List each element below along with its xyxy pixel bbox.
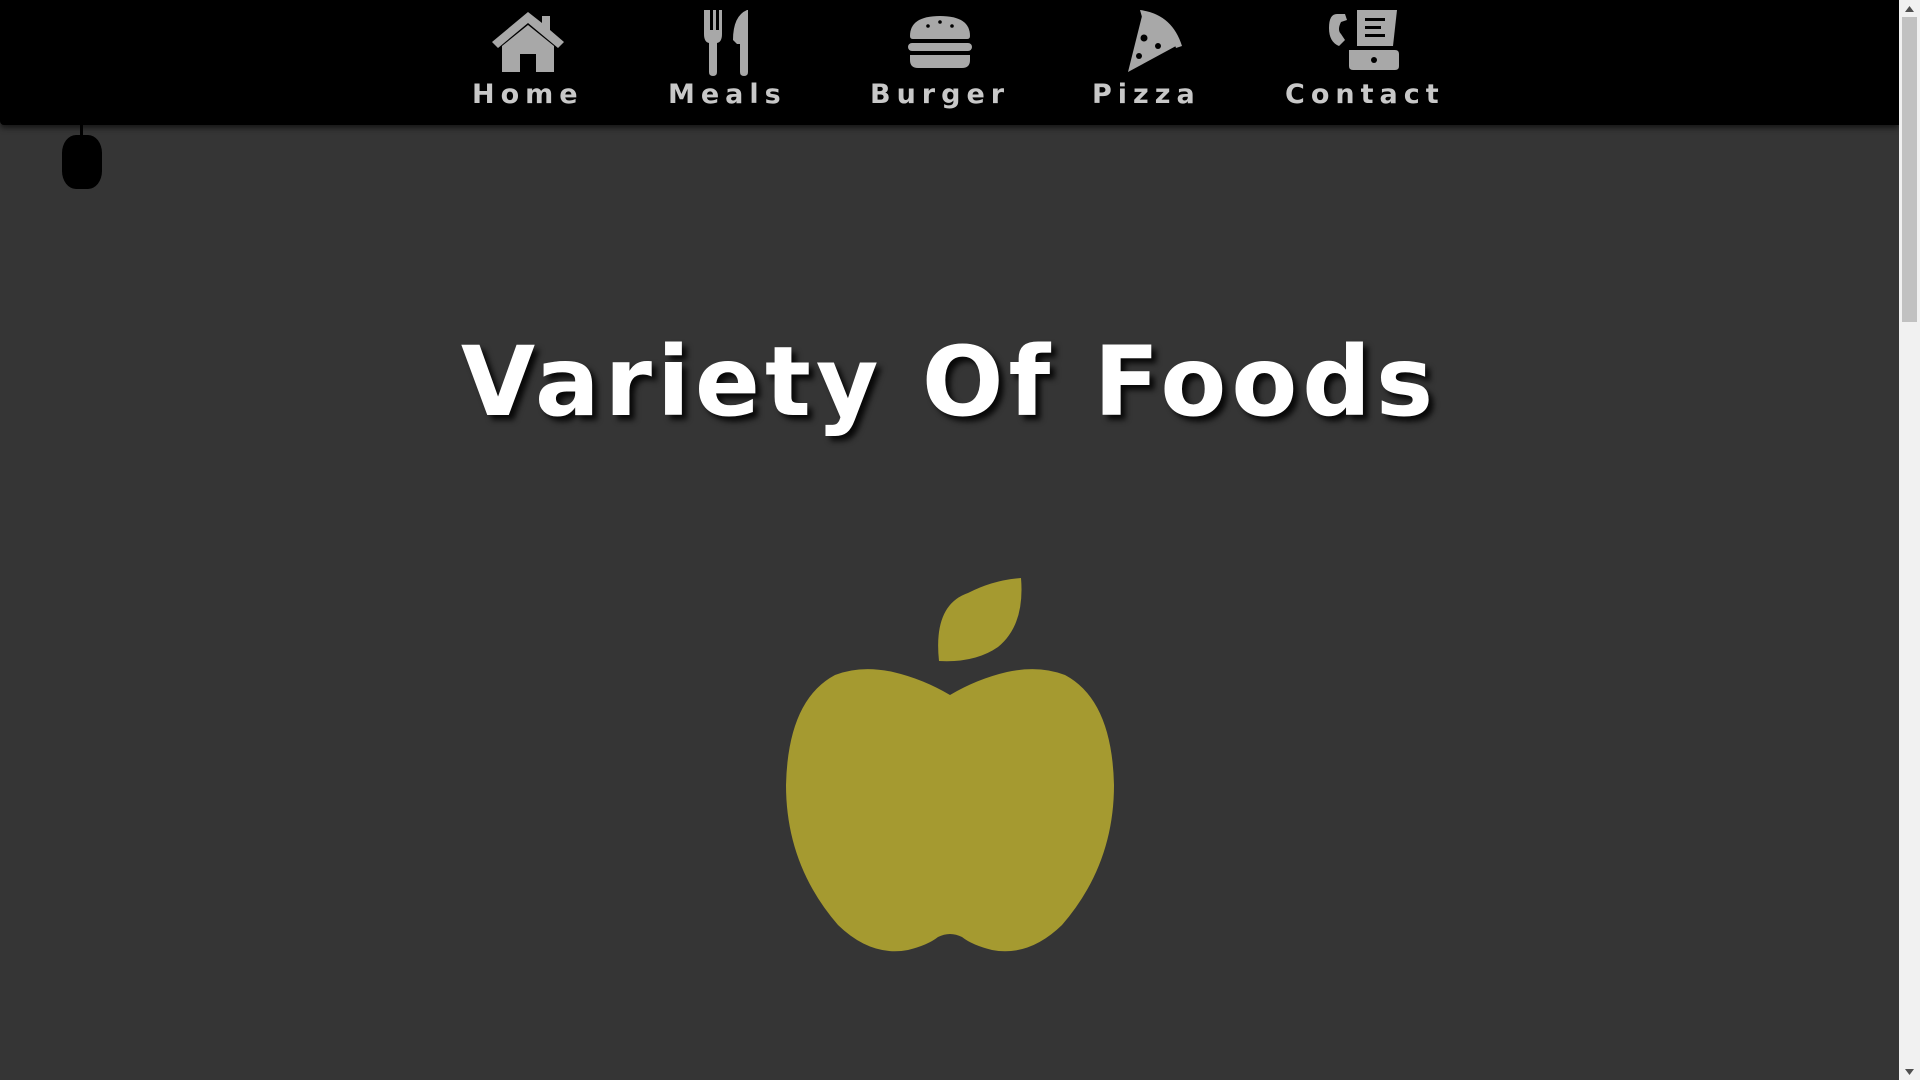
top-navbar: Home Meals Burger Pizza Contact [0,0,1899,125]
apple-icon [786,578,1114,952]
utensils-icon [704,10,749,76]
nav-label-burger: Burger [870,79,1011,110]
nav-label-contact: Contact [1285,79,1445,110]
nav-item-burger[interactable]: Burger [870,6,1010,110]
nav-label-home: Home [472,79,584,110]
nav-label-meals: Meals [668,79,787,110]
mouse-scroll-icon [62,125,102,189]
nav-item-meals[interactable]: Meals [668,6,787,110]
house-icon [491,12,564,72]
nav-item-contact[interactable]: Contact [1285,6,1445,110]
scrollbar-thumb[interactable] [1902,17,1917,322]
pizza-slice-icon [1128,10,1183,72]
scroll-down-arrow-icon[interactable] [1899,1063,1920,1080]
phone-fax-icon [1328,10,1399,70]
hero-title: Variety Of Foods [460,326,1439,438]
vertical-scrollbar[interactable] [1899,0,1920,1080]
nav-item-pizza[interactable]: Pizza [1092,6,1201,110]
nav-label-pizza: Pizza [1092,79,1201,110]
burger-icon [908,16,973,68]
page: Home Meals Burger Pizza Contact Variety … [0,0,1920,1080]
scroll-up-arrow-icon[interactable] [1899,0,1920,17]
nav-item-home[interactable]: Home [472,6,584,110]
